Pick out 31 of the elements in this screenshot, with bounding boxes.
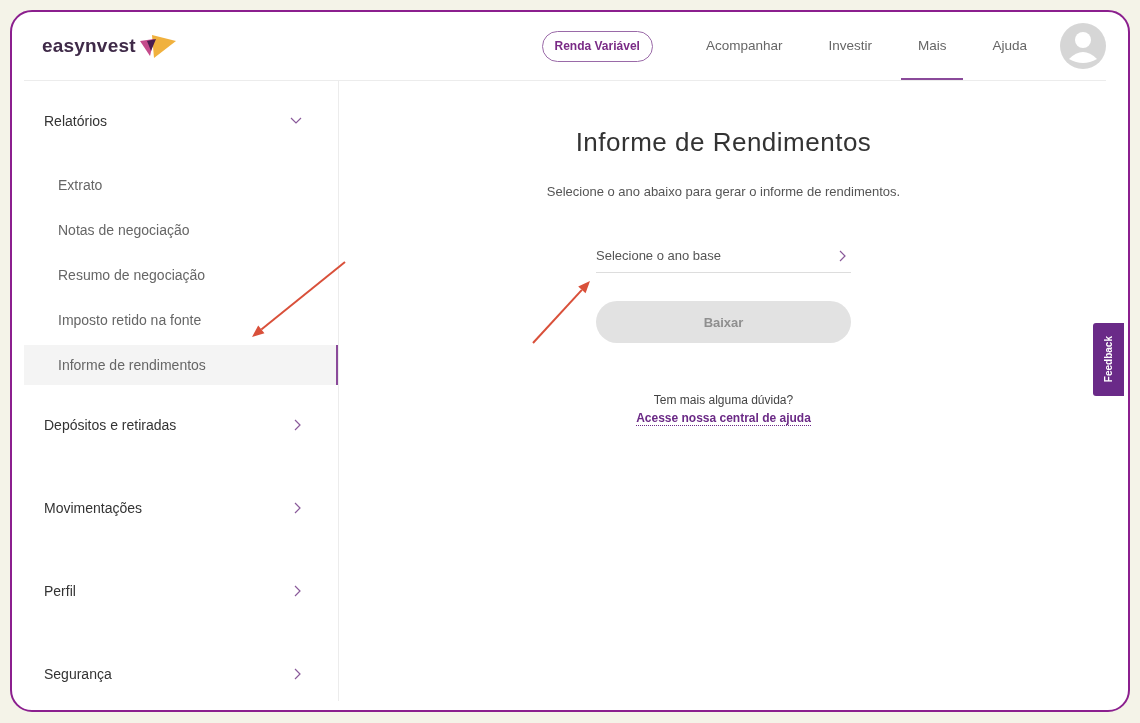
sidebar-section[interactable]: Perfil [24,571,338,611]
section-label: Segurança [44,666,112,682]
renda-variavel-button[interactable]: Renda Variável [541,30,653,62]
sidebar-section[interactable]: Depósitos e retiradas [24,405,338,445]
section-label: Perfil [44,583,76,599]
sidebar-item[interactable]: Resumo de negociação [24,255,338,295]
help-link[interactable]: Acesse nossa central de ajuda [636,411,811,426]
section-label: Movimentações [44,500,143,516]
chevron-right-icon [839,249,847,262]
help-text: Tem mais alguma dúvida? [653,393,794,407]
nav-tab[interactable]: Ajuda [975,12,1044,80]
logo-text[interactable]: easynvest [42,35,136,57]
sidebar-section[interactable]: Movimentações [24,488,338,528]
sidebar-section[interactable]: Relatórios [24,101,338,141]
sidebar-item[interactable]: Extrato [24,165,338,205]
year-select-field[interactable]: Selecione o ano base [596,239,851,273]
section-label: Depósitos e retiradas [44,417,177,433]
nav-tab[interactable]: Acompanhar [688,12,800,80]
page-title: Informe de Rendimentos [575,127,872,158]
sidebar-section[interactable]: Segurança [24,654,338,694]
nav-tab[interactable]: Investir [811,12,889,80]
feedback-tab[interactable]: Feedback [1093,323,1124,396]
page-subtitle: Selecione o ano abaixo para gerar o informe de rendimentos. [546,184,901,199]
avatar-icon[interactable] [1060,23,1106,69]
section-label: Relatórios [44,113,108,129]
logo-icon [139,34,176,58]
annotation-arrow [532,281,590,344]
sidebar-item[interactable]: Notas de negociação [24,210,338,250]
sidebar-item[interactable]: Informe de rendimentos [24,345,338,385]
sidebar-item[interactable]: Imposto retido na fonte [24,300,338,340]
nav-tab[interactable]: Mais [900,12,964,80]
